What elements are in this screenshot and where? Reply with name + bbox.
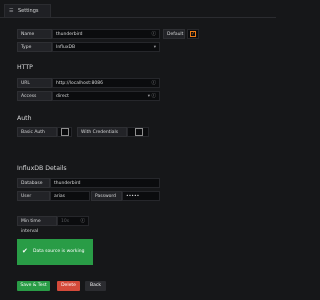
interval-placeholder: 10s — [61, 219, 70, 224]
info-icon: ⓘ — [80, 219, 86, 224]
default-checkbox[interactable]: ✓ — [187, 29, 199, 39]
with-credentials-label: With Credentials — [77, 127, 127, 137]
name-value: thunderbird — [56, 32, 83, 37]
influx-title: InfluxDB Details — [17, 165, 67, 172]
back-button[interactable]: Back — [85, 281, 106, 291]
info-icon: ⓘ — [151, 32, 157, 37]
url-value: http://localhost:8086 — [56, 81, 103, 86]
info-icon: ⓘ — [151, 81, 157, 86]
database-label: Database — [17, 178, 50, 188]
access-value: direct — [56, 94, 69, 99]
access-label: Access — [17, 91, 52, 101]
status-alert: ✔ Data source is working — [17, 239, 93, 265]
user-value: arias — [54, 194, 65, 199]
database-value: thunderbird — [54, 181, 81, 186]
interval-label: Min time interval — [17, 216, 57, 234]
tab-divider — [0, 17, 276, 18]
basic-auth-label: Basic Auth — [17, 127, 57, 137]
type-select[interactable]: InfluxDB ▾ — [52, 42, 160, 52]
tab-settings[interactable]: ☰ Settings — [4, 4, 51, 18]
http-title: HTTP — [17, 64, 33, 71]
save-test-button[interactable]: Save & Test — [17, 281, 50, 291]
url-input[interactable]: http://localhost:8086 ⓘ — [52, 78, 160, 88]
password-input[interactable]: ••••• — [122, 191, 160, 201]
type-value: InfluxDB — [56, 45, 76, 50]
user-label: User — [17, 191, 50, 201]
caret-down-icon: ▾ — [153, 45, 156, 50]
user-input[interactable]: arias — [50, 191, 90, 201]
check-icon: ✓ — [190, 31, 196, 37]
delete-button[interactable]: Delete — [57, 281, 80, 291]
database-input[interactable]: thunderbird — [50, 178, 160, 188]
tab-label: Settings — [18, 8, 39, 14]
name-label: Name — [17, 29, 52, 39]
password-label: Password — [91, 191, 122, 201]
name-input[interactable]: thunderbird ⓘ — [52, 29, 160, 39]
access-select[interactable]: direct ▾ ⓘ — [52, 91, 160, 101]
check-circle-icon: ✔ — [22, 247, 28, 255]
type-label: Type — [17, 42, 52, 52]
url-label: URL — [17, 78, 52, 88]
with-credentials-toggle[interactable] — [127, 127, 149, 137]
interval-input[interactable]: 10s ⓘ — [57, 216, 89, 226]
basic-auth-toggle[interactable] — [57, 127, 72, 137]
status-message: Data source is working — [33, 249, 85, 254]
password-value: ••••• — [126, 194, 140, 199]
with-credentials-checkbox[interactable] — [135, 128, 143, 136]
info-caret-icon: ▾ ⓘ — [147, 94, 156, 99]
basic-auth-checkbox[interactable] — [61, 128, 69, 136]
default-label: Default — [163, 29, 185, 39]
auth-title: Auth — [17, 115, 32, 122]
